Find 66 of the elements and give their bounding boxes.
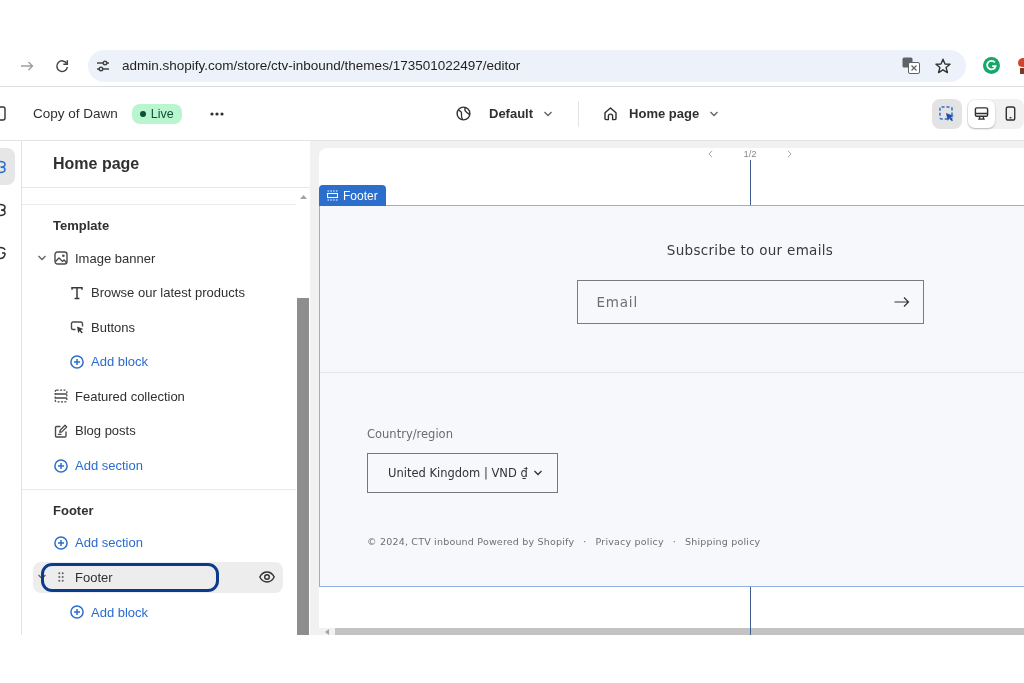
edit-icon (54, 423, 68, 438)
dropdown-button[interactable]: Default (456, 106, 554, 121)
address-bar[interactable]: admin.shopify.com/store/ctv-inbound/themes/173501022497/editor (88, 49, 966, 82)
cut-off-icon (0, 159, 6, 174)
tree-item[interactable]: Image banner (33, 242, 283, 274)
plus-circle-icon (54, 458, 68, 473)
cut-off-icon (0, 202, 6, 217)
reload-icon[interactable] (55, 58, 69, 73)
plus-circle-icon (54, 535, 68, 550)
dot-separator: · (583, 535, 587, 547)
tree-item[interactable]: Footer (33, 561, 283, 593)
section-icon (327, 190, 338, 201)
translate-icon[interactable] (902, 57, 920, 74)
scrollbar-thumb[interactable] (297, 298, 309, 635)
tree-item[interactable]: Buttons (33, 311, 283, 343)
drag-handle-icon[interactable] (58, 572, 64, 583)
inspector-button[interactable] (932, 98, 962, 129)
arrow-right-icon (893, 296, 910, 308)
theme-name: Copy of Dawn (33, 106, 118, 121)
copyright-text: © 2024, CTV inbound Powered by Shopify (367, 535, 575, 547)
country-select[interactable]: United Kingdom | VND ₫ (367, 453, 558, 493)
text-icon (70, 285, 84, 300)
policy-link[interactable]: Privacy policy (595, 535, 664, 547)
image-icon (54, 251, 68, 265)
newsletter-heading: Subscribe to our emails (666, 241, 834, 260)
home-icon (603, 106, 619, 121)
layout-icon (54, 389, 68, 404)
subscribe-button[interactable] (893, 296, 910, 308)
plus-circle-icon (70, 605, 84, 620)
add-button[interactable]: Add section (51, 529, 149, 556)
select-cursor-icon (939, 105, 955, 122)
tree-item[interactable]: Featured collection (33, 380, 283, 412)
cut-off-icon (0, 245, 6, 260)
add-button[interactable]: Add block (67, 599, 155, 626)
star-icon[interactable] (935, 57, 951, 74)
plus-circle-icon (70, 354, 84, 369)
scrollbar-thumb[interactable] (335, 628, 1024, 635)
dot-separator: · (672, 535, 676, 547)
status-dot-icon (139, 110, 146, 117)
add-button[interactable]: Add section (51, 452, 149, 479)
add-button[interactable]: Add block (67, 348, 155, 375)
dropdown-button[interactable]: Home page (603, 106, 720, 121)
policy-link[interactable]: Shipping policy (684, 535, 761, 547)
cut-off-icon[interactable] (0, 106, 6, 121)
desktop-icon (974, 106, 989, 121)
cursor-icon (70, 320, 84, 335)
status-text: Live (150, 106, 174, 121)
url-text: admin.shopify.com/store/ctv-inbound/themes/173501022497/editor (122, 58, 521, 73)
pagination-text: 1/2 (743, 148, 757, 159)
section-tab[interactable]: Footer (319, 185, 386, 206)
mobile-icon (1003, 106, 1018, 121)
tree-item[interactable]: Browse our latest products (33, 277, 283, 309)
chevron-down-icon[interactable] (37, 253, 47, 263)
eye-icon[interactable] (259, 571, 275, 584)
chevron-down-icon (533, 468, 543, 478)
device-button[interactable] (968, 99, 995, 128)
tree-item[interactable]: Blog posts (33, 415, 283, 447)
panel-title: Home page (53, 155, 140, 173)
extension-icon[interactable] (1018, 57, 1024, 74)
dots-icon (209, 111, 224, 116)
group-heading: Template (53, 217, 110, 235)
email-field[interactable]: Email (576, 280, 924, 324)
country-label: Country/region (367, 426, 453, 442)
group-heading: Footer (53, 501, 94, 520)
tune-icon[interactable] (96, 59, 110, 72)
globe-icon (456, 106, 471, 121)
